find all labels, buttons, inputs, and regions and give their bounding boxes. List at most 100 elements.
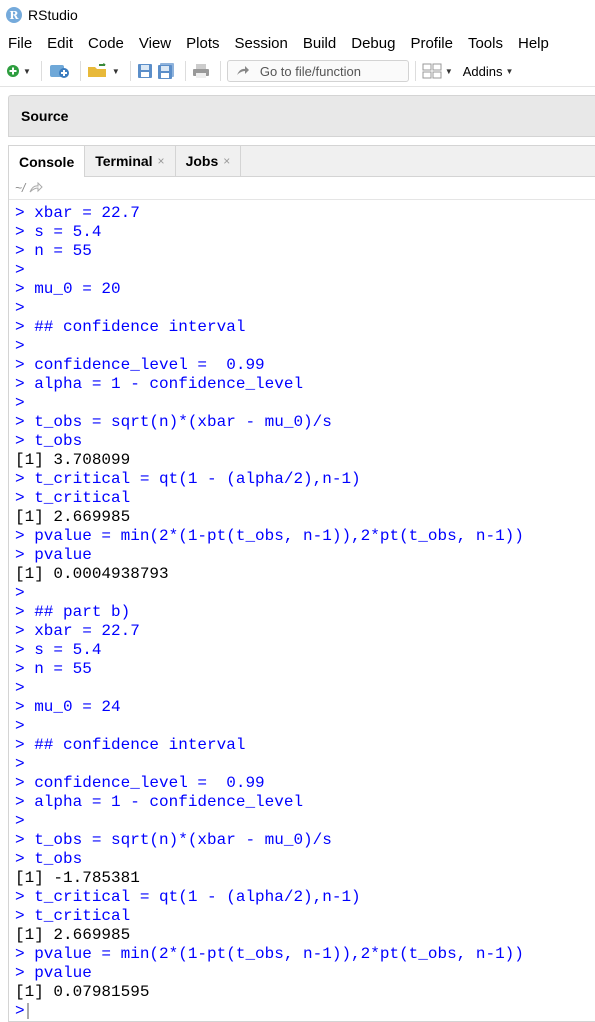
console-input-line: > s = 5.4 — [15, 223, 102, 241]
console-input-line: > ## part b) — [15, 603, 131, 621]
goto-placeholder: Go to file/function — [259, 63, 362, 79]
tab-jobs[interactable]: Jobs × — [176, 146, 242, 176]
title-bar: R RStudio — [0, 0, 595, 30]
chevron-down-icon: ▼ — [23, 66, 31, 76]
console-input-line: > — [15, 261, 25, 279]
save-all-icon — [157, 63, 174, 79]
print-icon — [192, 64, 209, 78]
addins-label: Addins — [462, 63, 503, 79]
menu-code[interactable]: Code — [88, 35, 124, 52]
grid-layout-icon — [422, 63, 442, 79]
text-cursor — [26, 1002, 29, 1019]
menu-file[interactable]: File — [8, 35, 32, 52]
console-output-line: [1] -1.785381 — [15, 869, 140, 887]
save-all-button[interactable] — [157, 60, 175, 82]
console-input-line: > mu_0 = 20 — [15, 280, 121, 298]
console-output-line: [1] 2.669985 — [15, 926, 131, 944]
console-input-line: > alpha = 1 - confidence_level — [15, 375, 304, 393]
console-output-line: [1] 3.708099 — [15, 451, 131, 469]
toolbar-divider — [184, 61, 186, 81]
print-button[interactable] — [192, 60, 210, 82]
new-project-button[interactable] — [48, 60, 70, 82]
tab-label: Terminal — [95, 153, 153, 169]
console-output[interactable]: > xbar = 22.7 > s = 5.4 > n = 55 > > mu_0 = … — [9, 200, 595, 1021]
console-input-line: > n = 55 — [15, 242, 92, 260]
console-input-line: > ## confidence interval — [15, 736, 246, 754]
folder-open-icon — [87, 63, 106, 77]
console-input-line: > xbar = 22.7 — [15, 622, 140, 640]
console-input-line: > mu_0 = 24 — [15, 698, 121, 716]
project-icon — [49, 65, 69, 78]
console-input-line: > pvalue = min(2*(1-pt(t_obs, n-1)),2*pt… — [15, 527, 524, 545]
prompt-symbol: > — [15, 1002, 25, 1020]
chevron-down-icon: ▼ — [111, 66, 120, 76]
console-output-line: [1] 0.0004938793 — [15, 565, 169, 583]
console-input-line: > — [15, 337, 25, 355]
console-input-line: > alpha = 1 - confidence_level — [15, 793, 304, 811]
menu-debug[interactable]: Debug — [351, 35, 395, 52]
toolbar-divider — [129, 61, 131, 81]
menu-help[interactable]: Help — [518, 35, 549, 52]
console-input-line: > confidence_level = 0.99 — [15, 774, 265, 792]
console-input-line: > — [15, 584, 25, 602]
working-directory[interactable]: ~/ — [15, 181, 25, 195]
console-input-line: > n = 55 — [15, 660, 92, 678]
console-input-line: > s = 5.4 — [15, 641, 102, 659]
console-input-line: > pvalue — [15, 964, 92, 982]
console-input-line: > — [15, 812, 25, 830]
console-input-line: > — [15, 755, 25, 773]
rstudio-logo-icon: R — [6, 7, 22, 23]
chevron-down-icon: ▼ — [505, 66, 514, 76]
menu-view[interactable]: View — [139, 35, 171, 52]
main-toolbar: ▼ ▼ Go to file/function ▼ Addins ▼ — [0, 56, 595, 87]
menu-bar: File Edit Code View Plots Session Build Debug Pr… — [0, 30, 595, 56]
goto-directory-arrow-icon[interactable] — [29, 182, 45, 194]
arrow-right-icon — [236, 66, 249, 75]
goto-file-function-input[interactable]: Go to file/function — [226, 60, 409, 82]
console-input-line: > pvalue = min(2*(1-pt(t_obs, n-1)),2*pt… — [15, 945, 524, 963]
tab-console[interactable]: Console — [9, 146, 86, 177]
menu-edit[interactable]: Edit — [47, 35, 73, 52]
console-pane: Console Terminal × Jobs × ~/ > xbar = 22.7 > … — [8, 145, 595, 1022]
console-input-line: > — [15, 394, 25, 412]
addins-menu[interactable]: Addins ▼ — [463, 64, 514, 79]
console-input-line: > t_obs — [15, 432, 83, 450]
menu-build[interactable]: Build — [303, 35, 336, 52]
toolbar-divider — [40, 61, 42, 81]
tab-label: Console — [19, 153, 75, 170]
new-file-button[interactable]: ▼ — [6, 60, 31, 82]
chevron-down-icon: ▼ — [444, 66, 453, 76]
save-button[interactable] — [137, 60, 153, 82]
console-input-line: > — [15, 299, 25, 317]
console-input-line: > pvalue — [15, 546, 92, 564]
spacer — [0, 87, 595, 95]
console-output-line: [1] 0.07981595 — [15, 983, 150, 1001]
window-title: RStudio — [28, 7, 78, 23]
save-icon — [137, 64, 152, 78]
source-pane-header[interactable]: Source — [8, 95, 595, 137]
close-icon[interactable]: × — [223, 154, 230, 168]
console-tabs: Console Terminal × Jobs × — [9, 146, 595, 177]
menu-profile[interactable]: Profile — [410, 35, 453, 52]
console-input-line: > ## confidence interval — [15, 318, 246, 336]
console-output-line: [1] 2.669985 — [15, 508, 131, 526]
toolbar-divider — [79, 61, 81, 81]
menu-tools[interactable]: Tools — [468, 35, 503, 52]
console-input-line: > — [15, 717, 25, 735]
pane-layout-button[interactable]: ▼ — [422, 60, 453, 82]
console-prompt[interactable]: > — [15, 1002, 595, 1021]
menu-plots[interactable]: Plots — [186, 35, 219, 52]
console-input-line: > — [15, 679, 25, 697]
menu-session[interactable]: Session — [235, 35, 288, 52]
plus-circle-icon — [7, 65, 19, 77]
console-input-line: > t_critical = qt(1 - (alpha/2),n-1) — [15, 470, 361, 488]
close-icon[interactable]: × — [158, 154, 165, 168]
console-input-line: > t_obs = sqrt(n)*(xbar - mu_0)/s — [15, 413, 332, 431]
tab-terminal[interactable]: Terminal × — [85, 146, 176, 176]
source-pane-title: Source — [21, 108, 69, 124]
working-directory-bar: ~/ — [9, 177, 595, 200]
open-file-button[interactable]: ▼ — [87, 60, 120, 82]
toolbar-divider — [414, 61, 416, 81]
console-input-line: > t_obs — [15, 850, 83, 868]
